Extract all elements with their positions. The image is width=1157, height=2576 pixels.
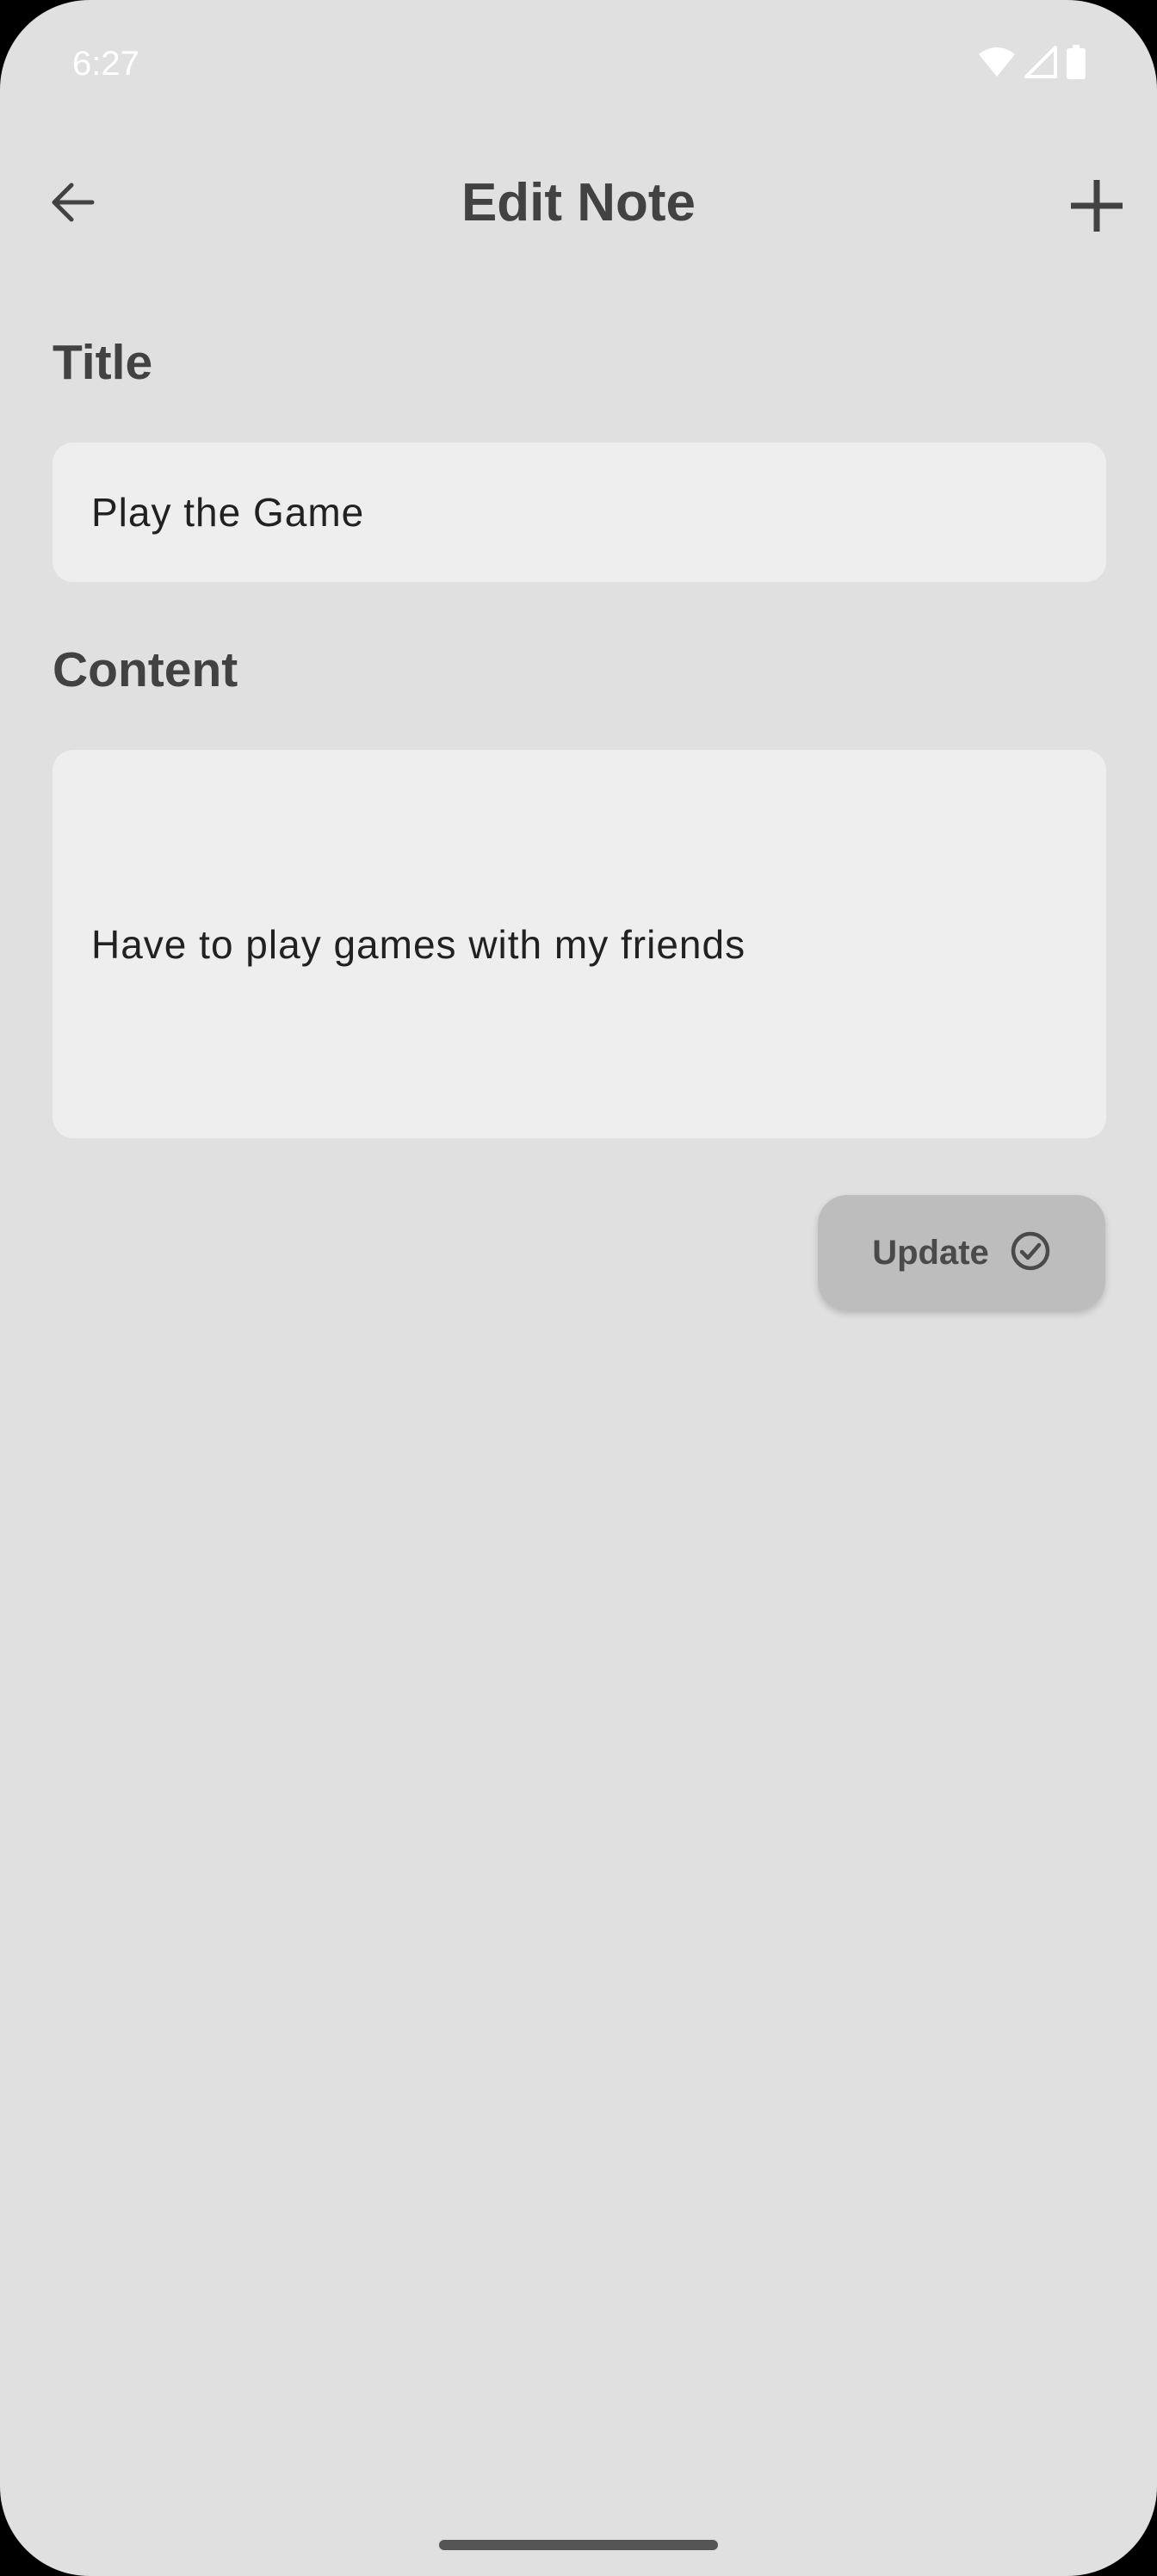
app-screen: 6:27 Edit Note Title Play the Game Conte… xyxy=(0,0,1157,2576)
content-label: Content xyxy=(53,642,238,697)
status-bar: 6:27 xyxy=(0,0,1157,129)
title-field[interactable] xyxy=(53,443,1106,582)
check-circle-icon xyxy=(1010,1230,1051,1276)
wifi-icon xyxy=(978,46,1016,83)
update-button[interactable]: Update xyxy=(818,1195,1105,1310)
battery-icon xyxy=(1066,45,1086,84)
update-button-label: Update xyxy=(872,1234,989,1272)
home-indicator[interactable] xyxy=(439,2540,718,2550)
page-title: Edit Note xyxy=(461,173,696,232)
cell-signal-icon xyxy=(1024,46,1057,83)
add-note-button[interactable] xyxy=(1055,166,1138,249)
status-time: 6:27 xyxy=(72,45,139,83)
app-bar: Edit Note xyxy=(0,138,1157,267)
status-icons xyxy=(978,45,1086,84)
title-input[interactable] xyxy=(91,489,1067,536)
title-label: Title xyxy=(53,335,153,390)
content-field[interactable]: Have to play games with my friends xyxy=(53,750,1106,1138)
plus-icon xyxy=(1068,177,1125,238)
content-input[interactable]: Have to play games with my friends xyxy=(91,920,746,969)
